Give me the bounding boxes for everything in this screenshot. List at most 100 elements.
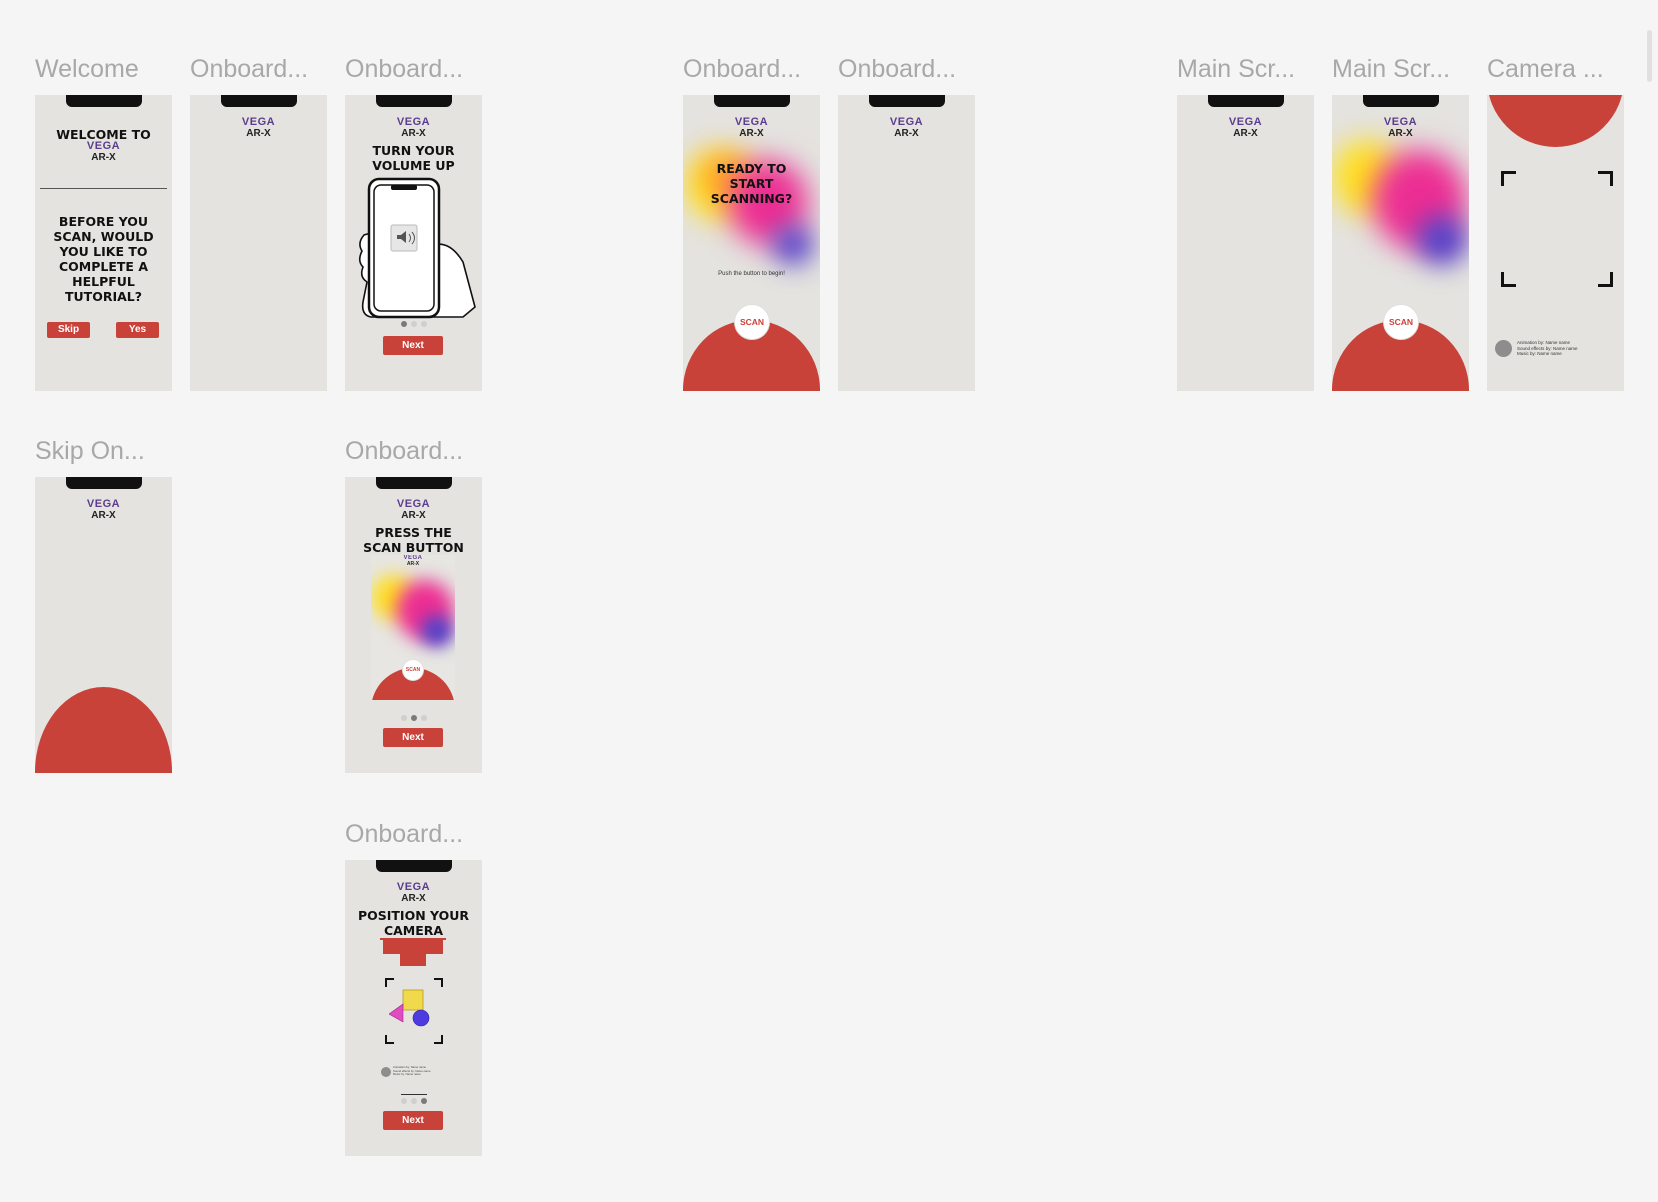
pagination-dots: [345, 1098, 482, 1104]
frame-onboard-camera[interactable]: VEGA AR-X POSITION YOUR CAMERA Animation…: [345, 860, 482, 1156]
logo: VEGA AR-X: [683, 116, 820, 140]
frame-label-onboard-4[interactable]: Onboard...: [838, 55, 956, 84]
next-button[interactable]: Next: [383, 1111, 443, 1130]
gradient-blob-violet: [773, 225, 813, 265]
volume-title: TURN YOUR VOLUME UP: [372, 143, 455, 173]
logo-arx: AR-X: [1233, 128, 1258, 139]
viewfinder-corner-tr: [434, 978, 443, 987]
ready-title: READY TO START SCANNING?: [710, 161, 793, 206]
frame-skip[interactable]: VEGA AR-X: [35, 477, 172, 773]
divider: [40, 188, 167, 189]
logo-vega: VEGA: [1228, 116, 1263, 128]
frame-label-welcome[interactable]: Welcome: [35, 55, 139, 84]
logo-arx: AR-X: [401, 510, 426, 521]
frame-label-onboard-3[interactable]: Onboard...: [683, 55, 801, 84]
ready-hint: Push the button to begin!: [718, 271, 785, 277]
viewfinder-corner-br: [1598, 272, 1613, 287]
position-camera-title: POSITION YOUR CAMERA: [357, 908, 470, 938]
frame-camera[interactable]: Animation by: Name name Sound effects by…: [1487, 95, 1624, 391]
logo-arx: AR-X: [246, 128, 271, 139]
frame-label-main-1[interactable]: Main Scr...: [1177, 55, 1295, 84]
logo: VEGA AR-X: [345, 116, 482, 140]
logo: VEGA AR-X: [35, 498, 172, 522]
avatar: [381, 1067, 391, 1077]
frame-main-1[interactable]: VEGA AR-X: [1177, 95, 1314, 391]
phone-notch: [1208, 95, 1284, 107]
page-dot: [400, 715, 407, 721]
mini-top-shape: [383, 940, 443, 954]
frame-onboard-4[interactable]: VEGA AR-X: [838, 95, 975, 391]
logo-arx: AR-X: [894, 128, 919, 139]
logo-vega: VEGA: [889, 116, 924, 128]
frame-label-onboard-scan[interactable]: Onboard...: [345, 437, 463, 466]
mini-phone-preview: VEGA AR-X SCAN: [371, 555, 455, 700]
logo-arx: AR-X: [91, 510, 116, 521]
frame-label-onboard-1[interactable]: Onboard...: [190, 55, 308, 84]
pagination-dots: [345, 321, 482, 327]
frame-label-main-2[interactable]: Main Scr...: [1332, 55, 1450, 84]
frame-onboard-ready[interactable]: VEGA AR-X READY TO START SCANNING? Push …: [683, 95, 820, 391]
mini-logo-arx: AR-X: [406, 561, 420, 567]
logo-arx: AR-X: [401, 128, 426, 139]
skip-button[interactable]: Skip: [47, 322, 90, 338]
viewfinder-corner-tr: [1598, 171, 1613, 186]
canvas-scrollbar[interactable]: [1647, 30, 1652, 82]
frame-onboard-scan[interactable]: VEGA AR-X PRESS THE SCAN BUTTON VEGA AR-…: [345, 477, 482, 773]
frame-label-camera[interactable]: Camera ...: [1487, 55, 1604, 84]
press-scan-title: PRESS THE SCAN BUTTON: [363, 525, 464, 555]
ar-shapes-illustration: [389, 989, 430, 1027]
credit-music: Music by: Name name: [1517, 351, 1562, 356]
logo: VEGA AR-X: [190, 117, 327, 140]
phone-notch: [376, 860, 452, 872]
yes-button[interactable]: Yes: [116, 322, 159, 338]
logo: VEGA AR-X: [345, 881, 482, 905]
phone-notch: [221, 95, 297, 107]
mini-top-shape-stem: [400, 954, 426, 966]
page-dot: [410, 321, 417, 327]
viewfinder-corner-tl: [1501, 171, 1516, 186]
gradient-blob-violet: [1417, 215, 1467, 265]
top-semicircle: [1487, 95, 1624, 147]
logo-vega: VEGA: [396, 116, 431, 128]
scan-button[interactable]: SCAN: [734, 304, 770, 340]
logo-vega: VEGA: [1383, 116, 1418, 128]
next-button[interactable]: Next: [383, 336, 443, 355]
logo-arx: AR-X: [739, 128, 764, 139]
frame-label-onboard-2[interactable]: Onboard...: [345, 55, 463, 84]
frame-main-2[interactable]: VEGA AR-X SCAN: [1332, 95, 1469, 391]
logo-arx: AR-X: [1388, 128, 1413, 139]
frame-label-onboard-camera[interactable]: Onboard...: [345, 820, 463, 849]
page-dot: [400, 1098, 407, 1104]
phone-notch: [714, 95, 790, 107]
next-button[interactable]: Next: [383, 728, 443, 747]
phone-notch: [376, 95, 452, 107]
tutorial-question: BEFORE YOU SCAN, WOULD YOU LIKE TO COMPL…: [53, 214, 154, 304]
frame-welcome[interactable]: WELCOME TO VEGA AR-X BEFORE YOU SCAN, WO…: [35, 95, 172, 391]
phone-notch: [376, 477, 452, 489]
logo-vega: VEGA: [734, 116, 769, 128]
mini-scan-button: SCAN: [402, 659, 424, 681]
mini-logo: VEGA AR-X: [371, 555, 455, 567]
viewfinder-corner-tl: [385, 978, 394, 987]
phone-notch: [66, 95, 142, 107]
logo-arx: AR-X: [91, 152, 116, 163]
page-dot: [410, 1098, 417, 1104]
avatar: [1495, 340, 1512, 357]
gradient-blob-violet: [421, 615, 453, 647]
logo: VEGA AR-X: [35, 140, 172, 164]
frame-label-skip[interactable]: Skip On...: [35, 437, 145, 466]
viewfinder-corner-br: [434, 1035, 443, 1044]
page-dot: [400, 321, 407, 327]
phone-notch: [1363, 95, 1439, 107]
logo-vega: VEGA: [86, 498, 121, 510]
scan-button[interactable]: SCAN: [1383, 304, 1419, 340]
credits-block: Animation by: Name name Sound effects by…: [1517, 340, 1622, 357]
logo-vega: VEGA: [86, 140, 121, 152]
phone-notch: [66, 477, 142, 489]
frame-onboard-volume[interactable]: VEGA AR-X TURN YOUR VOLUME UP Next: [345, 95, 482, 391]
mini-credits-block: Animation by: Name name Sound effects by…: [393, 1065, 443, 1077]
logo: VEGA AR-X: [1177, 116, 1314, 140]
frame-onboard-1[interactable]: VEGA AR-X: [190, 95, 327, 391]
logo: VEGA AR-X: [838, 116, 975, 140]
logo-vega: VEGA: [396, 881, 431, 893]
